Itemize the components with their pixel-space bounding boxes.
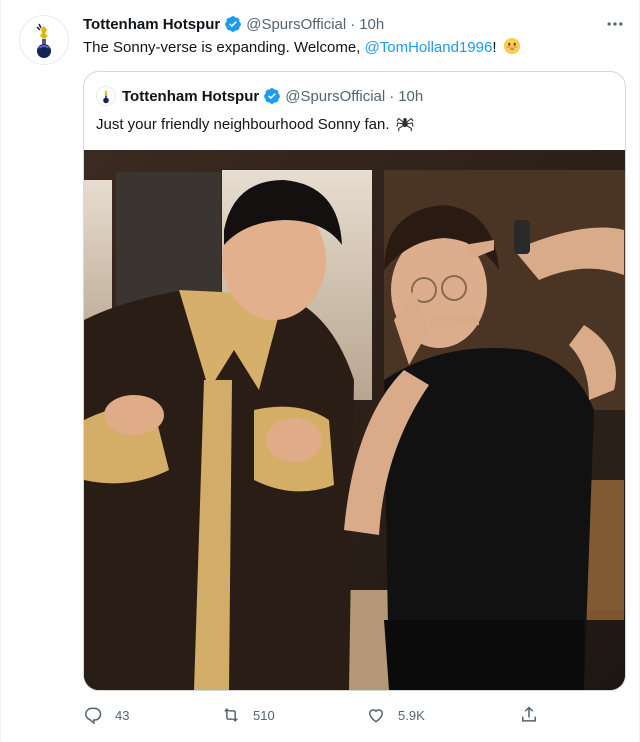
quoted-author-name: Tottenham Hotspur	[122, 87, 260, 105]
quoted-tweet-header: Tottenham Hotspur @SpursOfficial · 10h	[96, 86, 423, 106]
spurs-logo-icon	[103, 90, 109, 104]
verified-badge-icon	[264, 88, 281, 104]
quoted-tweet-time: 10h	[398, 87, 424, 105]
tweet-header: Tottenham Hotspur @SpursOfficial · 10h	[83, 14, 384, 34]
heart-icon	[368, 709, 384, 723]
retweet-icon	[224, 708, 238, 722]
share-icon	[522, 706, 536, 722]
author-name[interactable]: Tottenham Hotspur	[83, 16, 220, 33]
reply-count: 43	[115, 707, 130, 723]
tweet-photo[interactable]	[84, 150, 625, 690]
avatar[interactable]	[19, 15, 69, 65]
photo-illustration	[84, 150, 625, 690]
quoted-tweet[interactable]: Tottenham Hotspur @SpursOfficial · 10h J…	[83, 71, 626, 691]
author-handle[interactable]: @SpursOfficial	[246, 16, 346, 33]
tweet-actions: 43 510 5.9K	[83, 703, 553, 727]
tweet-time[interactable]: 10h	[359, 16, 384, 33]
separator-dot: ·	[350, 15, 356, 33]
retweet-button[interactable]: 510	[221, 703, 275, 727]
reply-button[interactable]: 43	[83, 703, 129, 727]
reply-icon	[85, 707, 102, 725]
quoted-author-handle: @SpursOfficial	[285, 87, 386, 105]
share-button[interactable]	[519, 703, 551, 727]
spurs-logo-icon	[36, 23, 51, 58]
verified-badge-icon	[225, 16, 242, 32]
tweet-text: The Sonny-verse is expanding. Welcome, @…	[83, 37, 521, 58]
mention-link[interactable]: @TomHolland1996	[365, 39, 493, 56]
more-options-button[interactable]	[603, 14, 627, 34]
more-horizontal-icon	[607, 22, 623, 26]
quoted-text: Just your friendly neighbourhood Sonny f…	[96, 116, 390, 133]
grinning-face-emoji-icon	[503, 37, 520, 55]
tweet-text-suffix: !	[492, 39, 497, 56]
quoted-avatar	[96, 86, 116, 106]
tweet[interactable]: Tottenham Hotspur @SpursOfficial · 10h T…	[0, 0, 640, 742]
retweet-count: 510	[253, 707, 275, 723]
spider-emoji-icon	[396, 117, 414, 132]
tweet-text-prefix: The Sonny-verse is expanding. Welcome,	[83, 39, 365, 56]
separator-dot: ·	[389, 87, 395, 105]
like-button[interactable]: 5.9K	[366, 703, 425, 727]
quoted-tweet-text: Just your friendly neighbourhood Sonny f…	[96, 114, 414, 135]
like-count: 5.9K	[398, 707, 425, 723]
